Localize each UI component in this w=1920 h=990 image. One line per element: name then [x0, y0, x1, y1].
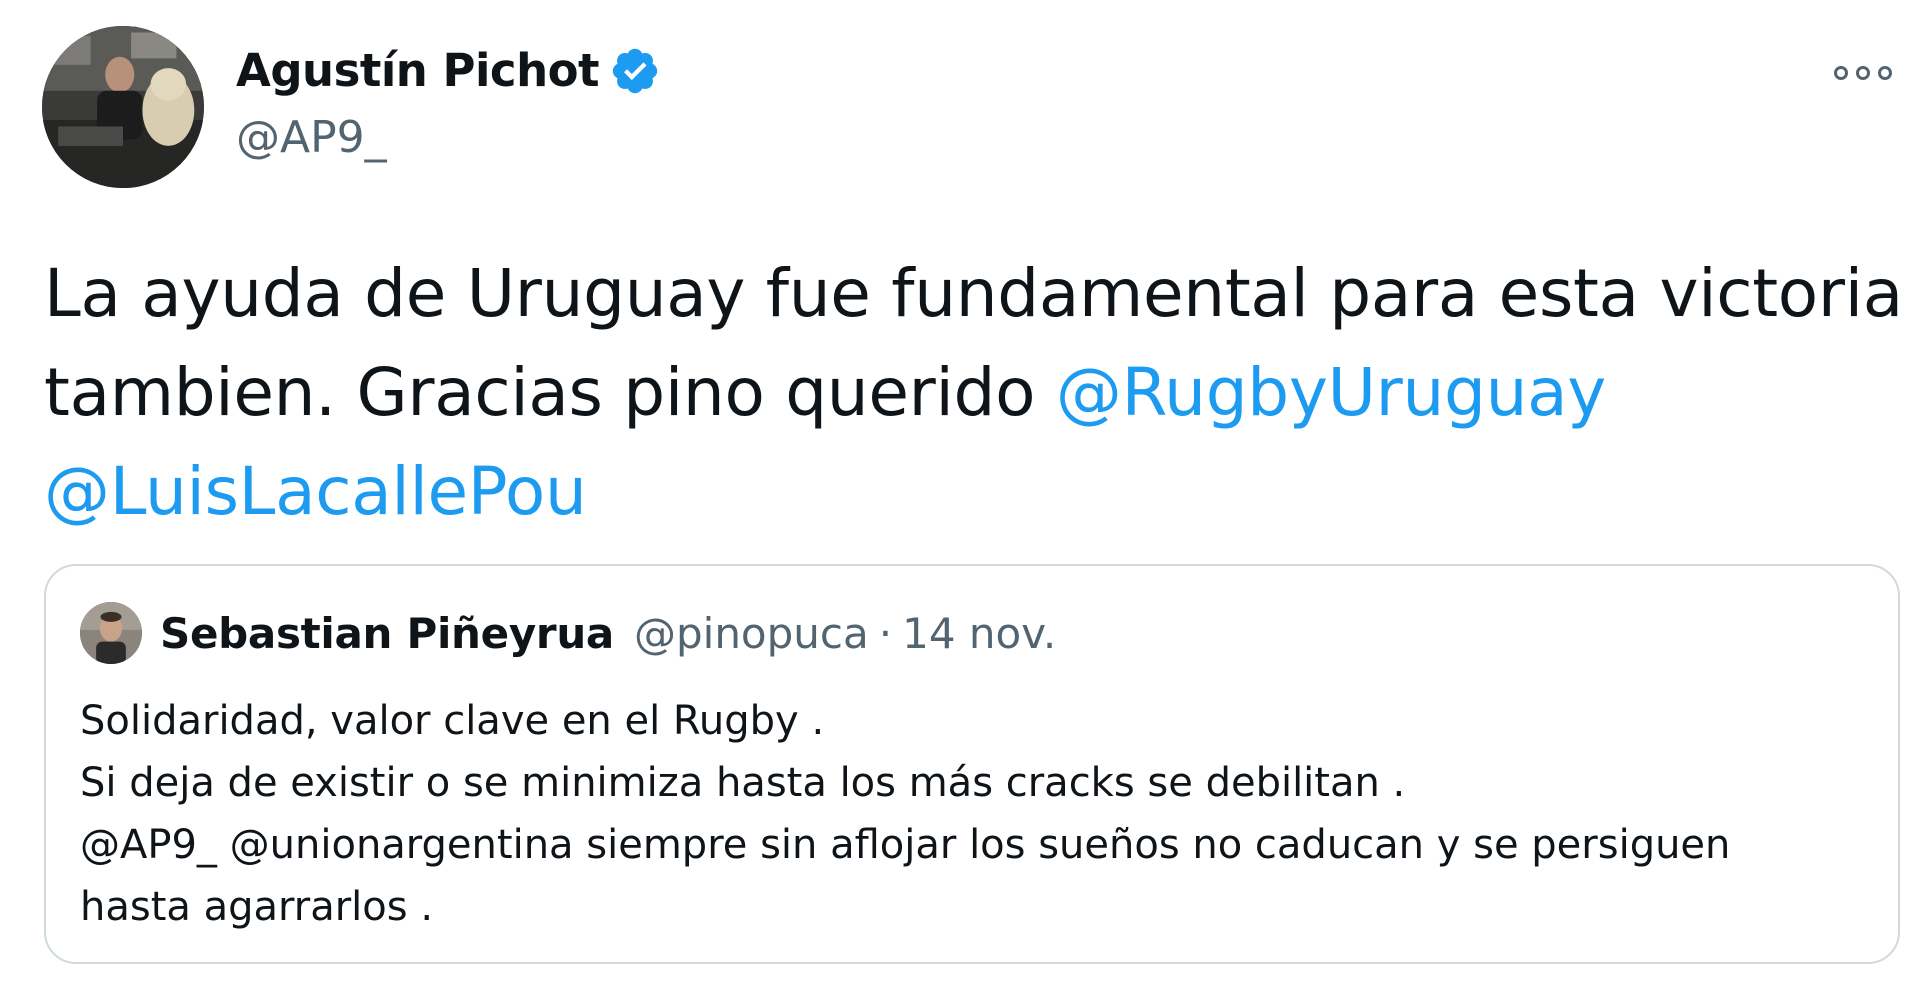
dot-icon: [1878, 66, 1892, 80]
mention-link-rugbyuruguay[interactable]: @RugbyUruguay: [1056, 354, 1606, 431]
tweet-text-fragment: tambien. Gracias pino querido: [44, 354, 1056, 431]
quoted-tweet-header: Sebastian Piñeyrua @pinopuca · 14 nov.: [80, 602, 1056, 664]
quoted-text-line: hasta agarrarlos .: [80, 884, 434, 930]
quoted-author-display-name: Sebastian Piñeyrua: [160, 608, 614, 658]
header-separator: ·: [878, 608, 893, 658]
tweet-text-line-1: La ayuda de Uruguay fue fundamental para…: [44, 255, 1903, 332]
author-avatar[interactable]: [42, 26, 204, 188]
tweet-text: La ayuda de Uruguay fue fundamental para…: [44, 244, 1904, 541]
more-options-icon[interactable]: [1834, 58, 1892, 88]
quoted-tweet-date: 14 nov.: [902, 608, 1057, 658]
tweet-text-line-2: tambien. Gracias pino querido @RugbyUrug…: [44, 343, 1904, 442]
mention-link-luislacallepou[interactable]: @LuisLacallePou: [44, 453, 587, 530]
quoted-tweet-text: Solidaridad, valor clave en el Rugby . S…: [80, 690, 1870, 938]
quoted-text-line: Solidaridad, valor clave en el Rugby .: [80, 698, 825, 744]
quoted-author-handle: @pinopuca: [633, 608, 869, 658]
quoted-author-avatar: [80, 602, 142, 664]
dot-icon: [1856, 66, 1870, 80]
verified-badge-icon: [609, 45, 661, 97]
tweet-text-line-3: @LuisLacallePou: [44, 442, 1904, 541]
quoted-text-line: @AP9_ @unionargentina siempre sin afloja…: [80, 822, 1731, 868]
author-handle[interactable]: @AP9_: [236, 112, 387, 163]
author-name-row: Agustín Pichot: [236, 44, 661, 97]
quoted-tweet-card[interactable]: Sebastian Piñeyrua @pinopuca · 14 nov. S…: [44, 564, 1900, 964]
tweet-card: Agustín Pichot @AP9_ La ayuda de Uruguay…: [0, 0, 1920, 990]
dot-icon: [1834, 66, 1848, 80]
author-display-name[interactable]: Agustín Pichot: [236, 44, 600, 97]
quoted-text-line: Si deja de existir o se minimiza hasta l…: [80, 760, 1406, 806]
